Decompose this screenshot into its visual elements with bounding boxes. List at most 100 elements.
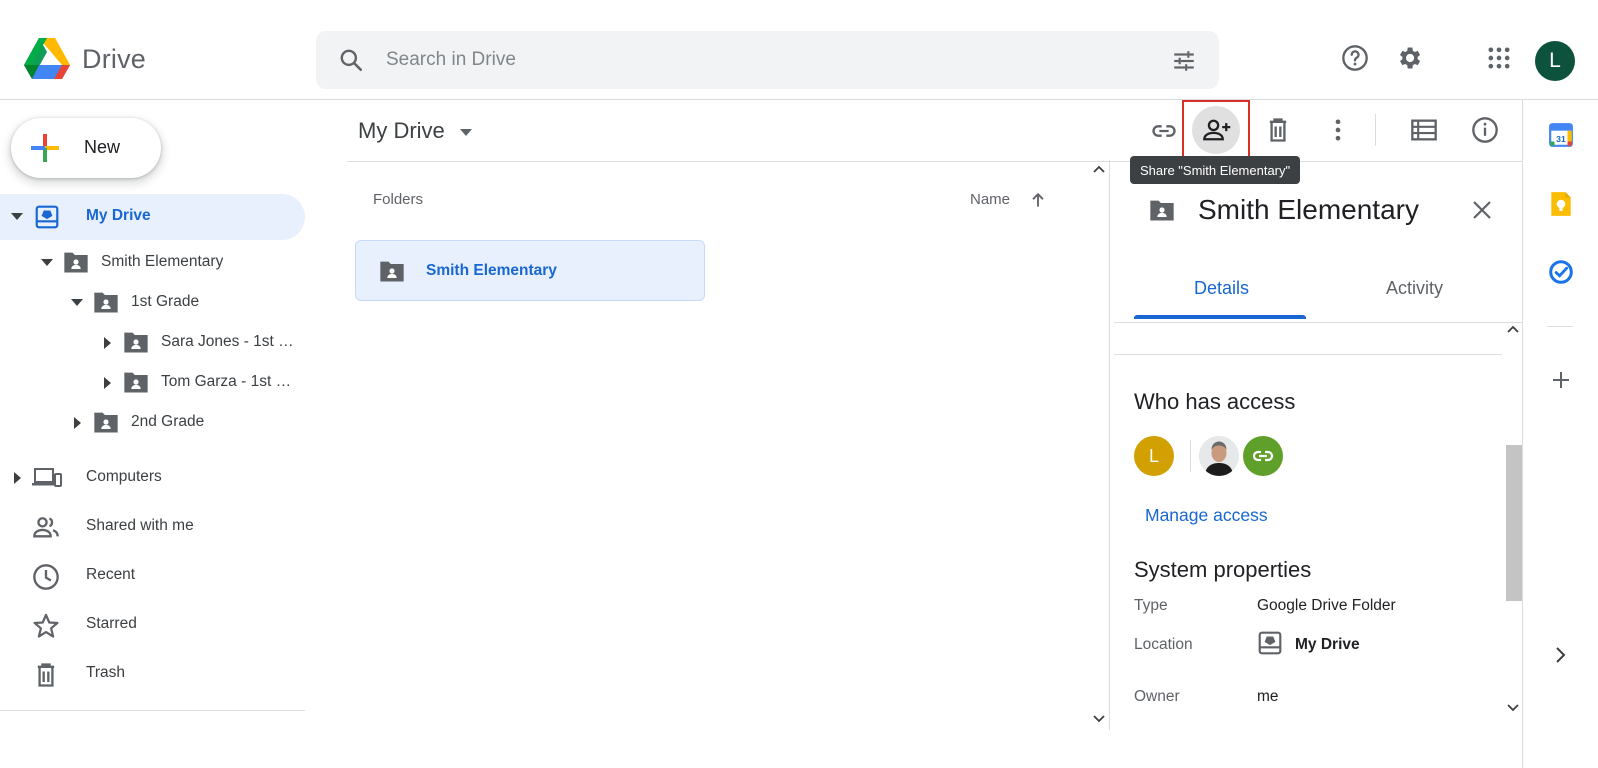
caret-right-icon[interactable] [12, 471, 22, 485]
user-photo-avatar[interactable] [1199, 436, 1239, 476]
add-addon-icon[interactable] [1550, 369, 1572, 391]
account-avatar-initial: L [1549, 49, 1561, 72]
caret-down-icon[interactable] [40, 257, 54, 269]
manage-access-link[interactable]: Manage access [1145, 505, 1268, 526]
drive-logo-icon[interactable] [24, 38, 70, 80]
shared-folder-icon [92, 289, 120, 315]
scroll-down-icon[interactable] [1506, 703, 1520, 713]
scroll-thumb[interactable] [1506, 445, 1522, 601]
system-properties-heading: System properties [1134, 557, 1312, 582]
tune-icon[interactable] [1171, 48, 1197, 74]
prop-value-location: My Drive [1295, 636, 1360, 653]
tasks-icon[interactable] [1548, 259, 1574, 285]
sidebar-item-label: Recent [86, 566, 136, 583]
prop-value-type: Google Drive Folder [1257, 597, 1396, 614]
scroll-up-icon[interactable] [1092, 164, 1106, 174]
trash-icon[interactable] [1264, 116, 1292, 144]
settings-icon[interactable] [1395, 44, 1423, 72]
folder-card-smith-elementary[interactable]: Smith Elementary [355, 240, 705, 301]
sidebar-item-label: Tom Garza - 1st Grade [161, 373, 303, 390]
plus-icon [31, 134, 59, 162]
tab-activity[interactable]: Activity [1386, 278, 1443, 299]
search-input[interactable] [386, 31, 1146, 89]
help-icon[interactable] [1341, 44, 1369, 72]
sidebar-item-2nd-grade[interactable]: 2nd Grade [0, 400, 305, 446]
who-has-access-heading: Who has access [1134, 389, 1296, 414]
sidebar-item-computers[interactable]: Computers [0, 455, 305, 501]
shared-folder-icon [92, 409, 120, 435]
details-panel: Smith Elementary Details Activity Who ha… [1114, 161, 1522, 731]
shared-folder-icon [378, 258, 406, 284]
new-button-label: New [84, 137, 121, 157]
details-scrollbar[interactable] [1502, 322, 1522, 731]
app-name[interactable]: Drive [82, 44, 146, 75]
tab-details[interactable]: Details [1194, 278, 1249, 299]
new-button[interactable]: New [11, 118, 161, 178]
keep-icon[interactable] [1549, 190, 1573, 218]
shared-folder-icon [1148, 197, 1176, 223]
arrow-up-icon[interactable] [1028, 190, 1048, 210]
caret-right-icon[interactable] [72, 416, 82, 430]
sidebar-item-starred[interactable]: Starred [0, 602, 305, 648]
sidebar-item-trash[interactable]: Trash [0, 651, 305, 697]
caret-down-icon[interactable] [459, 128, 473, 138]
caret-down-icon[interactable] [70, 297, 84, 309]
star-icon [32, 612, 60, 640]
sidebar-item-label: 1st Grade [131, 293, 200, 310]
link-sharing-avatar[interactable] [1243, 436, 1283, 476]
sidebar-item-shared-with-me[interactable]: Shared with me [0, 504, 305, 550]
search-bar[interactable] [316, 31, 1219, 89]
sort-by-name[interactable]: Name [970, 191, 1044, 208]
shared-folder-icon [122, 329, 150, 355]
sidebar-item-label: 2nd Grade [131, 413, 205, 430]
clock-icon [32, 563, 60, 591]
top-bar: Drive L [0, 0, 1598, 100]
caret-right-icon[interactable] [102, 376, 112, 390]
link-icon[interactable] [1150, 117, 1178, 145]
owner-avatar[interactable]: L [1134, 436, 1174, 476]
tab-divider [1114, 322, 1522, 323]
details-title: Smith Elementary [1198, 194, 1419, 225]
info-icon[interactable] [1471, 116, 1499, 144]
close-icon[interactable] [1470, 198, 1494, 222]
shared-folder-icon [122, 369, 150, 395]
access-separator [1190, 440, 1191, 472]
calendar-icon[interactable]: 31 [1548, 122, 1574, 148]
account-avatar[interactable]: L [1535, 41, 1575, 81]
share-highlight-box [1182, 100, 1250, 158]
scroll-up-icon[interactable] [1506, 324, 1520, 334]
prop-key-type: Type [1134, 597, 1168, 614]
sidebar-item-label: Starred [86, 615, 137, 632]
people-icon [32, 514, 60, 540]
apps-icon[interactable] [1485, 44, 1513, 72]
section-divider [1114, 354, 1502, 355]
sidebar-item-label: Sara Jones - 1st Grade [161, 333, 296, 350]
chevron-right-icon[interactable] [1554, 645, 1568, 665]
sidebar-item-label: Smith Elementary [101, 253, 224, 270]
shared-folder-icon [62, 249, 90, 275]
main-scrollbar[interactable] [1088, 160, 1110, 730]
search-icon[interactable] [338, 47, 364, 73]
sidebar-item-recent[interactable]: Recent [0, 553, 305, 599]
prop-key-location: Location [1134, 636, 1193, 653]
list-view-icon[interactable] [1410, 117, 1438, 143]
more-vert-icon[interactable] [1324, 116, 1352, 144]
sidebar-item-label: Trash [86, 664, 126, 681]
folder-card-label: Smith Elementary [426, 262, 557, 279]
scroll-down-icon[interactable] [1092, 714, 1106, 724]
caret-down-icon[interactable] [10, 211, 24, 223]
my-drive-icon [1257, 630, 1283, 656]
sidebar-item-label: My Drive [86, 207, 151, 224]
side-panel-rail: 31 [1522, 100, 1598, 768]
caret-right-icon[interactable] [102, 336, 112, 350]
prop-value-owner: me [1257, 688, 1279, 705]
my-drive-icon [34, 204, 60, 230]
prop-key-owner: Owner [1134, 688, 1180, 705]
computers-icon [32, 465, 62, 491]
svg-text:31: 31 [1556, 134, 1566, 144]
sidebar-item-label: Shared with me [86, 517, 194, 534]
link-icon [1252, 450, 1274, 462]
page-title[interactable]: My Drive [358, 118, 472, 144]
owner-avatar-initial: L [1148, 445, 1159, 466]
sidebar-item-my-drive[interactable]: My Drive [0, 194, 305, 240]
